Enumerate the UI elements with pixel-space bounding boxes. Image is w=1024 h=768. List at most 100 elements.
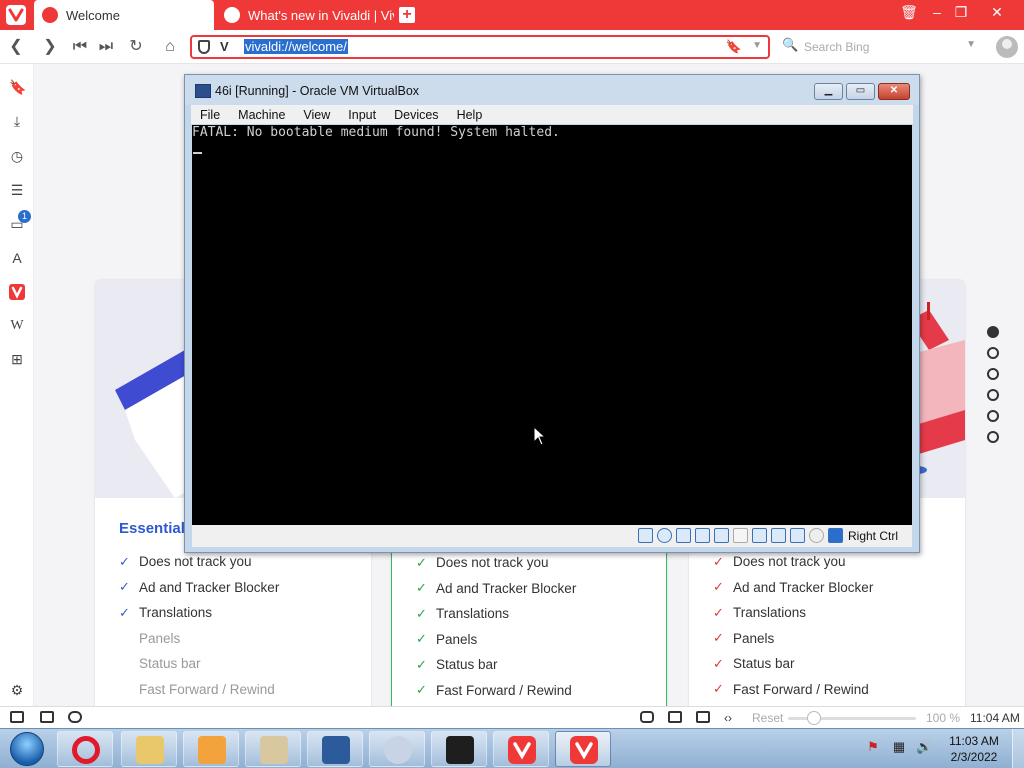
optical-drive-icon[interactable] — [657, 528, 672, 543]
vivaldi-panel-icon[interactable] — [9, 284, 25, 300]
taskbar-7zip[interactable] — [431, 731, 487, 767]
chevron-down-icon[interactable]: ▼ — [752, 40, 762, 51]
home-icon[interactable]: ⌂ — [160, 37, 180, 57]
address-field[interactable]: V vivaldi://welcome/ 🔖 ▼ — [190, 35, 770, 59]
action-center-icon[interactable]: ⚑ — [866, 740, 880, 754]
taskbar-disc-tool[interactable] — [369, 731, 425, 767]
video-capture-icon[interactable] — [771, 528, 786, 543]
vivaldi-menu-icon[interactable] — [6, 5, 26, 25]
close-button[interactable]: ✕ — [878, 83, 910, 100]
pagination-dot[interactable] — [987, 389, 999, 401]
translate-icon[interactable]: A — [9, 250, 25, 266]
check-icon: ✓ — [713, 604, 724, 620]
zoom-slider-handle[interactable] — [807, 711, 821, 725]
forward-icon[interactable]: ❯ — [40, 37, 60, 57]
start-button[interactable] — [2, 730, 52, 768]
bookmarks-icon[interactable]: 🔖 — [9, 79, 26, 95]
reload-icon[interactable]: ↻ — [126, 37, 146, 57]
rewind-icon[interactable]: ⏮ — [70, 37, 90, 57]
feature-item: ✓ Ad and Tracker Blocker — [119, 579, 280, 595]
wikipedia-icon[interactable]: W — [9, 318, 25, 334]
check-icon: ✓ — [119, 579, 130, 595]
check-icon: ✓ — [416, 656, 427, 672]
opera-icon — [72, 736, 100, 764]
profile-avatar[interactable] — [996, 36, 1018, 58]
virtualization-icon[interactable] — [790, 528, 805, 543]
url-text[interactable]: vivaldi://welcome/ — [244, 39, 348, 54]
volume-icon[interactable]: 🔊 — [916, 740, 932, 754]
taskbar-vivaldi-2[interactable] — [555, 731, 611, 767]
shield-icon[interactable] — [198, 40, 210, 54]
zoom-reset-button[interactable]: Reset — [752, 711, 783, 725]
menu-help[interactable]: Help — [448, 108, 492, 122]
vm-status-bar: Right Ctrl — [192, 525, 912, 547]
network-icon[interactable] — [695, 528, 710, 543]
minimize-button[interactable]: – — [926, 4, 948, 20]
virtualbox-icon — [195, 84, 211, 98]
taskbar-virtualbox[interactable] — [307, 731, 363, 767]
tab-whats-new[interactable]: What's new in Vivaldi | Vival — [216, 0, 394, 30]
feature-item: ✓ Status bar — [713, 655, 795, 672]
tab-welcome[interactable]: Welcome — [34, 0, 214, 30]
maximize-button[interactable]: ❐ — [950, 4, 972, 21]
hard-disk-icon[interactable] — [638, 528, 653, 543]
mouse-integration-icon[interactable] — [809, 528, 824, 543]
pagination-dot[interactable] — [987, 410, 999, 422]
pagination-dot[interactable] — [987, 368, 999, 380]
maximize-button[interactable]: ▭ — [846, 83, 875, 100]
chevron-down-icon[interactable]: ▼ — [966, 39, 976, 50]
tiling-icon[interactable] — [668, 711, 682, 723]
page-actions-icon[interactable]: ‹› — [724, 711, 732, 725]
disc-icon — [384, 736, 412, 764]
image-toggle-icon[interactable] — [696, 711, 710, 723]
display-icon[interactable] — [752, 528, 767, 543]
menu-view[interactable]: View — [294, 108, 339, 122]
back-icon[interactable]: ❮ — [6, 37, 26, 57]
trash-icon[interactable]: 🗑 — [898, 4, 920, 21]
pagination-dot[interactable] — [987, 347, 999, 359]
check-icon: ✓ — [416, 554, 427, 570]
usb-icon[interactable] — [714, 528, 729, 543]
console-text: FATAL: No bootable medium found! System … — [192, 125, 560, 140]
bookmark-icon[interactable]: 🔖 — [726, 39, 742, 55]
taskbar-vivaldi-1[interactable] — [493, 731, 549, 767]
show-desktop-button[interactable] — [1012, 729, 1024, 768]
window-title-bar[interactable]: 46i [Running] - Oracle VM VirtualBox ▁ ▭… — [185, 75, 919, 105]
close-button[interactable]: ✕ — [986, 4, 1008, 21]
add-panel-icon[interactable]: ⊞ — [9, 351, 25, 367]
vm-display[interactable]: FATAL: No bootable medium found! System … — [192, 125, 912, 525]
taskbar-explorer[interactable] — [121, 731, 177, 767]
taskbar-opera[interactable] — [57, 731, 113, 767]
menu-file[interactable]: File — [191, 108, 229, 122]
system-clock[interactable]: 11:03 AM 2/3/2022 — [944, 733, 1004, 765]
audio-icon[interactable] — [676, 528, 691, 543]
panel-toggle-icon[interactable] — [10, 711, 24, 723]
virtualbox-window[interactable]: 46i [Running] - Oracle VM VirtualBox ▁ ▭… — [184, 74, 920, 553]
search-field[interactable]: 🔍 Search Bing ▼ — [778, 35, 986, 59]
history-icon[interactable]: ◷ — [9, 148, 25, 164]
minimize-button[interactable]: ▁ — [814, 83, 843, 100]
pagination-dot-active[interactable] — [987, 326, 999, 338]
tab-label: What's new in Vivaldi | Vival — [248, 7, 394, 23]
fast-forward-icon[interactable]: ⏭ — [96, 37, 116, 57]
pagination-dot[interactable] — [987, 431, 999, 443]
check-icon: ✓ — [713, 655, 724, 671]
feature-item: Status bar — [139, 656, 201, 672]
menu-devices[interactable]: Devices — [385, 108, 447, 122]
notes-icon[interactable]: ☰ — [9, 182, 25, 198]
downloads-icon[interactable]: ⤓ — [9, 113, 25, 129]
taskbar-media-player[interactable] — [183, 731, 239, 767]
settings-icon[interactable]: ⚙ — [9, 682, 25, 698]
tile-tabs-icon[interactable] — [40, 711, 54, 723]
capture-icon[interactable] — [640, 711, 654, 723]
network-icon[interactable]: ▦ — [892, 740, 906, 754]
shared-folders-icon[interactable] — [733, 528, 748, 543]
taskbar-paint[interactable] — [245, 731, 301, 767]
sync-cloud-icon[interactable] — [68, 711, 82, 723]
feature-item: ✓ Does not track you — [416, 554, 549, 571]
menu-machine[interactable]: Machine — [229, 108, 294, 122]
new-tab-button[interactable]: + — [399, 7, 415, 23]
status-clock: 11:04 AM — [970, 711, 1020, 725]
keyboard-capture-icon[interactable] — [828, 528, 843, 543]
menu-input[interactable]: Input — [339, 108, 385, 122]
